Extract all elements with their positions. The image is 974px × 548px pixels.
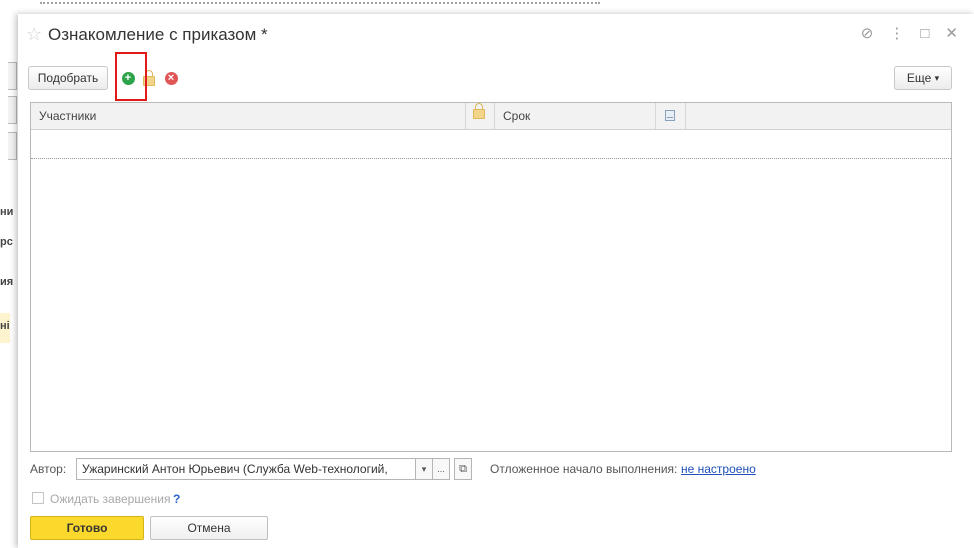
window-title: Ознакомление с приказом * <box>48 25 268 44</box>
background-box <box>8 96 17 124</box>
column-divider <box>655 103 656 129</box>
author-field[interactable]: Ужаринский Антон Юрьевич (Служба Web-тех… <box>76 458 416 480</box>
star-icon[interactable]: ☆ <box>26 24 42 44</box>
author-dropdown-button[interactable]: ▾ <box>415 458 433 480</box>
dialog-window: ☆ Ознакомление с приказом * ⊘ ⋮ □ ✕ Подо… <box>18 14 974 548</box>
pick-button[interactable]: Подобрать <box>28 66 108 90</box>
lock-column-icon <box>473 103 485 119</box>
chevron-down-icon: ▾ <box>934 72 940 83</box>
more-icon[interactable]: ⋮ <box>889 26 904 42</box>
column-header-participants[interactable]: Участники <box>39 103 96 129</box>
help-icon[interactable]: ? <box>173 492 180 506</box>
author-label: Автор: <box>30 462 67 476</box>
close-icon[interactable]: ✕ <box>945 26 958 42</box>
column-divider <box>494 103 495 129</box>
cancel-button[interactable]: Отмена <box>150 516 268 540</box>
more-button-label: Еще <box>906 71 932 85</box>
title-bar: ☆ Ознакомление с приказом * ⊘ ⋮ □ ✕ <box>18 14 974 54</box>
memo-column-icon <box>665 110 675 121</box>
column-divider <box>685 103 686 129</box>
table-row[interactable] <box>31 130 951 159</box>
highlight-frame <box>115 52 147 101</box>
table-header: Участники Срок <box>31 103 951 130</box>
done-button[interactable]: Готово <box>30 516 144 540</box>
background-fragment: ні <box>0 320 10 332</box>
maximize-icon[interactable]: □ <box>920 26 929 42</box>
author-select-button[interactable]: ... <box>432 458 450 480</box>
deferred-start-label: Отложенное начало выполнения: <box>490 462 678 476</box>
wait-completion-label: Ожидать завершения <box>50 492 171 506</box>
more-button[interactable]: Еще ▾ <box>894 66 952 90</box>
background-left-panel: ни рс ия ні <box>0 0 18 548</box>
background-fragment: ия <box>0 276 14 288</box>
column-divider <box>465 103 466 129</box>
window-controls: ⊘ ⋮ □ ✕ <box>861 26 958 42</box>
deferred-start-link[interactable]: не настроено <box>681 462 756 476</box>
background-fragment: ни <box>0 206 14 218</box>
remove-button[interactable]: × <box>162 69 180 87</box>
background-box <box>8 62 17 90</box>
author-open-button[interactable]: ⧉ <box>454 458 472 480</box>
remove-icon: × <box>164 71 178 85</box>
participants-table[interactable]: Участники Срок <box>30 102 952 452</box>
background-fragment: рс <box>0 236 13 248</box>
toolbar: Подобрать + × Еще ▾ <box>28 66 954 92</box>
column-header-deadline[interactable]: Срок <box>503 103 530 129</box>
background-text-blur <box>40 2 600 10</box>
background-box <box>8 132 17 160</box>
background-window-strip <box>0 0 974 14</box>
wait-completion-checkbox[interactable] <box>32 492 44 504</box>
link-icon[interactable]: ⊘ <box>861 26 874 42</box>
